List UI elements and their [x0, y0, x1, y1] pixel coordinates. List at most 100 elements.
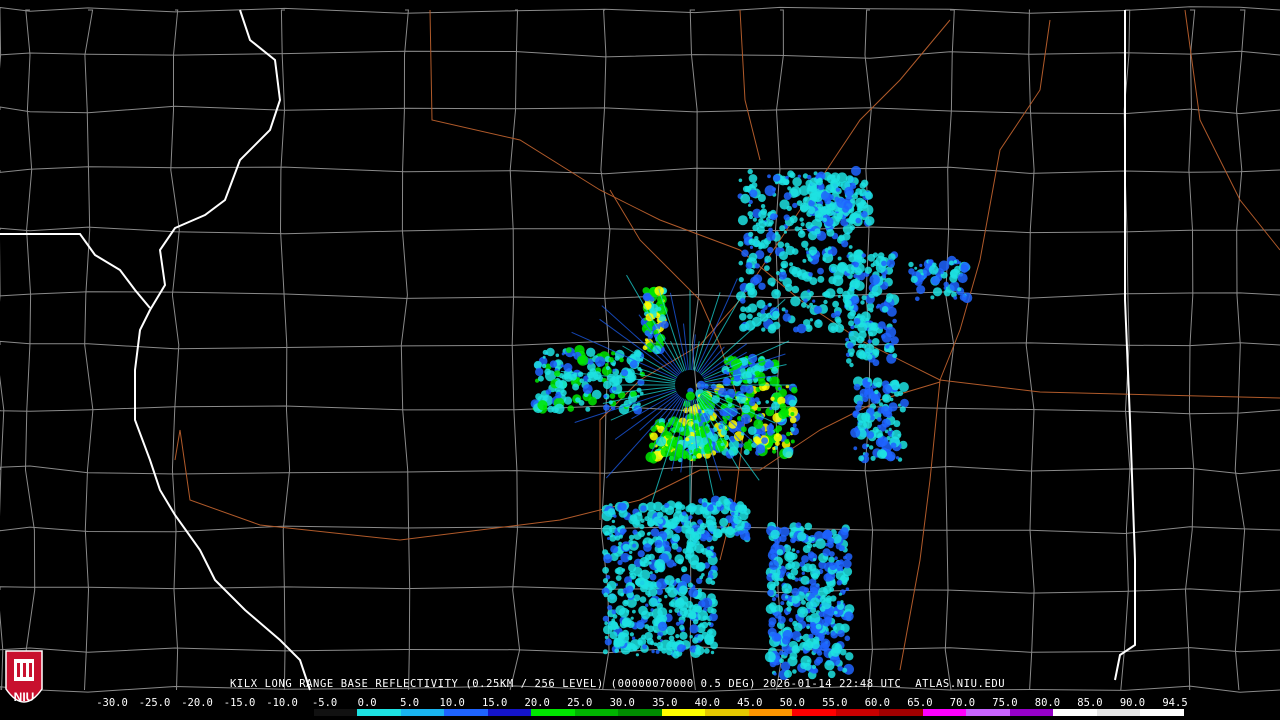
echo [747, 426, 757, 435]
echo [767, 589, 774, 597]
echo [814, 658, 821, 666]
echo [873, 291, 879, 297]
echo [799, 635, 803, 640]
scale-swatch [1009, 709, 1054, 716]
echo [870, 394, 880, 404]
echo [780, 601, 785, 606]
echo [692, 637, 699, 644]
echo [779, 650, 784, 656]
echo [685, 391, 696, 401]
scale-swatch [966, 709, 1010, 716]
echo [888, 454, 895, 461]
scale-swatch [1140, 709, 1184, 716]
echo [791, 630, 802, 641]
echo [790, 427, 795, 432]
echo [879, 402, 883, 407]
echo [656, 564, 666, 573]
echo [850, 198, 856, 204]
echo [609, 393, 616, 399]
echo [815, 178, 824, 186]
echo [804, 522, 813, 531]
echo [864, 266, 872, 274]
echo [656, 635, 662, 640]
echo [658, 322, 664, 327]
echo [657, 621, 668, 632]
scale-label: 5.0 [400, 697, 420, 709]
echo [847, 311, 855, 320]
scale-swatch [357, 709, 401, 716]
echo [932, 287, 943, 297]
echo [565, 347, 572, 353]
echo [811, 640, 820, 650]
echo [709, 545, 715, 550]
echo [866, 431, 875, 439]
echo [638, 530, 645, 538]
echo [793, 326, 799, 333]
echo [761, 327, 766, 332]
echo [824, 660, 835, 671]
echo [800, 204, 809, 213]
echo [612, 368, 616, 372]
echo [829, 551, 835, 557]
echo [740, 306, 746, 313]
echo [822, 535, 826, 539]
echo [826, 228, 835, 237]
echo [622, 587, 630, 594]
echo [852, 182, 856, 187]
echo [784, 588, 789, 593]
echo [603, 592, 609, 598]
echo [809, 318, 813, 322]
echo [615, 625, 620, 630]
echo [699, 622, 704, 627]
echo [783, 179, 790, 186]
echo [790, 537, 796, 544]
scale-label: 94.5 [1162, 697, 1188, 709]
scale-label: -15.0 [223, 697, 256, 709]
echo [814, 228, 821, 235]
echo [615, 566, 624, 575]
echo [858, 455, 865, 462]
echo [852, 411, 859, 417]
echo [895, 456, 900, 460]
echo [783, 214, 790, 221]
echo [657, 598, 662, 603]
echo [881, 332, 892, 343]
echo [619, 357, 624, 363]
echo [851, 165, 861, 176]
echo [874, 429, 883, 439]
echo [807, 536, 812, 541]
echo [702, 502, 708, 508]
echo [603, 554, 613, 564]
echo [794, 226, 800, 232]
echo [618, 502, 627, 511]
echo [851, 270, 855, 275]
echo [866, 444, 870, 447]
echo [767, 174, 771, 179]
echo [610, 545, 619, 554]
echo [898, 382, 909, 392]
echo [877, 406, 885, 414]
echo [620, 592, 624, 597]
scale-label: 10.0 [439, 697, 465, 709]
echo [675, 634, 680, 639]
echo [632, 645, 638, 651]
echo [696, 453, 702, 459]
echo [881, 306, 889, 313]
echo [692, 619, 699, 625]
echo [910, 275, 918, 283]
echo [689, 449, 693, 453]
echo [828, 203, 836, 211]
echo [782, 629, 793, 641]
echo [848, 320, 855, 327]
echo [779, 199, 790, 210]
echo [861, 253, 866, 258]
echo [808, 633, 814, 639]
echo [671, 542, 679, 550]
echo [800, 575, 810, 585]
echo [874, 389, 879, 395]
echo [764, 651, 776, 663]
echo [836, 600, 841, 605]
scale-swatch [705, 709, 749, 716]
echo [766, 231, 776, 241]
echo [635, 653, 640, 657]
